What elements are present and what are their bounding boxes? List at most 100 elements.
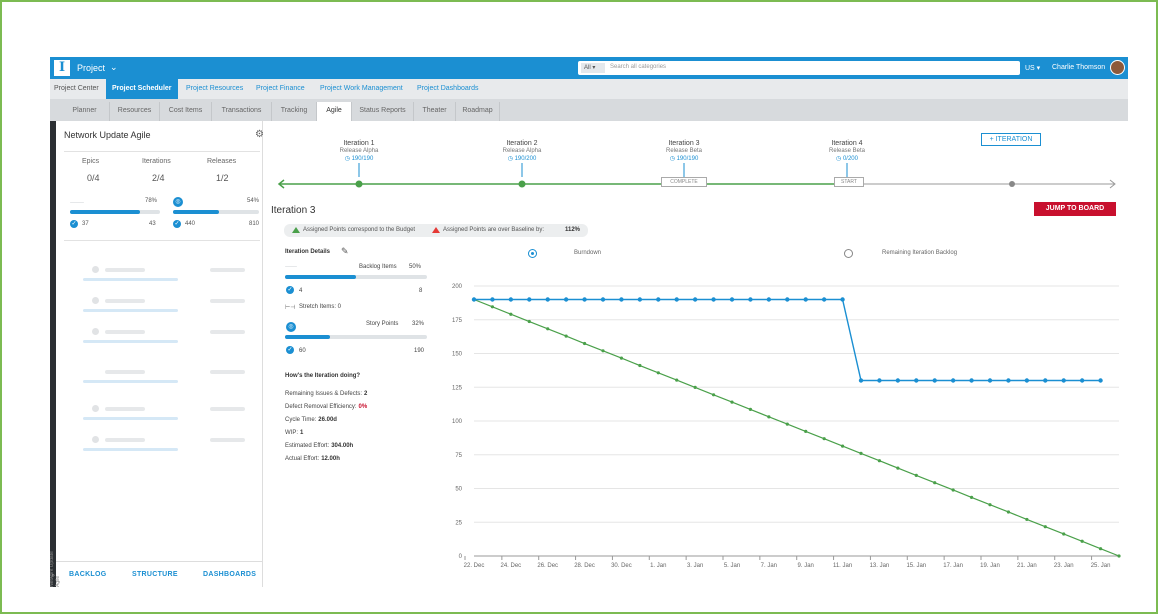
remaining-backlog-radio[interactable] — [844, 249, 853, 258]
data-point — [471, 297, 477, 302]
tab-resources[interactable]: Resources — [110, 102, 160, 121]
x-tick-label: 24. Dec — [501, 563, 522, 569]
tab-status-reports[interactable]: Status Reports — [352, 102, 414, 121]
data-point — [933, 481, 937, 485]
data-point — [1098, 378, 1103, 383]
iteration-1-name[interactable]: Iteration 1 — [309, 140, 409, 147]
x-tick-label: 1. Jan — [650, 563, 666, 569]
health-heading: How's the Iteration doing? — [285, 373, 361, 379]
tab-planner[interactable]: Planner — [60, 102, 110, 121]
add-iteration-button[interactable]: + ITERATION — [981, 133, 1041, 146]
region-select[interactable]: US ▾ — [1025, 64, 1040, 72]
progress-bar-1 — [70, 210, 160, 214]
x-tick-label: 7. Jan — [761, 563, 777, 569]
x-tick-label: 11. Jan — [833, 563, 852, 569]
nav-dashboards[interactable]: DASHBOARDS — [203, 571, 256, 578]
nav-backlog[interactable]: BACKLOG — [69, 571, 107, 578]
story-progress-fill — [285, 335, 331, 339]
story-total: 190 — [414, 348, 425, 354]
x-tick-label: 25. Jan — [1091, 563, 1111, 569]
module-project-resources[interactable]: Project Resources — [186, 85, 243, 92]
target-icon: ◎ — [286, 322, 296, 332]
data-point — [950, 378, 956, 383]
data-point — [711, 393, 716, 397]
tab-transactions[interactable]: Transactions — [212, 102, 272, 121]
tab-theater[interactable]: Theater — [414, 102, 456, 121]
data-point — [858, 378, 864, 383]
gear-icon[interactable]: ⚙ — [255, 129, 264, 140]
app-window: I Project ⌄ All ▾ Search all categories … — [50, 57, 1128, 587]
x-tick-label: 23. Jan — [1054, 563, 1074, 569]
check-icon: ✓ — [70, 220, 78, 228]
metric-row: Cycle Time: 26.00d — [285, 417, 337, 423]
iteration-2-name[interactable]: Iteration 2 — [472, 140, 572, 147]
burndown-chart: 0 25 50 75 100 125 150 175 200 22. Dec 24. Dec 26. … — [452, 284, 1121, 569]
metric-row: Defect Removal Efficiency: 0% — [285, 404, 368, 410]
divider — [64, 151, 260, 152]
nav-structure[interactable]: STRUCTURE — [132, 571, 178, 578]
x-tick-label: 22. Dec — [464, 563, 485, 569]
start-button[interactable]: START — [834, 177, 864, 187]
y-tick-label: 175 — [452, 318, 463, 324]
edit-pencil-icon[interactable]: ✎ — [341, 246, 349, 257]
data-point — [508, 297, 514, 302]
check-icon: ✓ — [173, 220, 181, 228]
user-name[interactable]: Charlie Thomson — [1052, 64, 1105, 71]
module-project-finance[interactable]: Project Finance — [256, 85, 305, 92]
budget-legend: Assigned Points correspond to the Budget… — [284, 224, 588, 237]
jump-to-board-button[interactable]: JUMP TO BOARD — [1034, 202, 1116, 216]
iteration-4-name[interactable]: Iteration 4 — [797, 140, 897, 147]
data-point — [490, 305, 495, 309]
backlog-progress-bar — [285, 275, 427, 279]
triangle-up-green-icon — [292, 227, 300, 233]
global-search[interactable]: All ▾ Search all categories — [578, 61, 1020, 75]
app-switcher[interactable]: Project — [77, 63, 105, 73]
data-point — [951, 488, 955, 492]
tab-roadmap[interactable]: Roadmap — [456, 102, 500, 121]
legend-red-text: Assigned Points are over Baseline by: — [443, 227, 545, 233]
data-point — [969, 495, 974, 500]
burndown-radio[interactable] — [528, 249, 537, 258]
chevron-down-icon[interactable]: ⌄ — [110, 62, 118, 73]
progress-fill-1 — [70, 210, 141, 214]
story-points-label: Story Points — [366, 321, 399, 327]
x-tick-label: 5. Jan — [724, 563, 740, 569]
module-project-dashboards[interactable]: Project Dashboards — [417, 85, 478, 92]
bar2-total: 810 — [249, 221, 260, 227]
iteration-title: Iteration 3 — [271, 205, 316, 216]
module-project-center[interactable]: Project Center — [54, 85, 99, 92]
data-point — [619, 297, 624, 302]
tab-cost-items[interactable]: Cost Items — [160, 102, 212, 121]
data-point — [1062, 532, 1066, 536]
search-scope-select[interactable]: All ▾ — [581, 63, 605, 73]
data-point — [1024, 378, 1030, 383]
search-input[interactable]: Search all categories — [610, 64, 666, 70]
iteration-3-name[interactable]: Iteration 3 — [634, 140, 734, 147]
iteration-1-release: Release Alpha — [339, 148, 379, 154]
app-logo[interactable]: I — [54, 60, 70, 76]
module-project-scheduler[interactable]: Project Scheduler — [106, 79, 178, 99]
backlog-done: 4 — [299, 288, 303, 294]
side-rail[interactable]: Network Update Agile » — [50, 121, 61, 587]
y-tick-label: 125 — [452, 385, 463, 391]
data-point — [895, 378, 901, 383]
iteration-3-release: Release Beta — [665, 148, 703, 154]
legend-green-text: Assigned Points correspond to the Budget — [303, 227, 416, 233]
bar1-done: 37 — [82, 221, 89, 227]
tab-bar: Planner Resources Cost Items Transaction… — [50, 99, 1128, 121]
bar2-percent: 54% — [247, 198, 260, 204]
tab-agile[interactable]: Agile — [317, 102, 352, 121]
data-point — [803, 297, 808, 302]
data-point — [674, 297, 679, 302]
story-pct: 32% — [412, 321, 425, 327]
module-project-work-management[interactable]: Project Work Management — [320, 85, 403, 92]
bar1-total: 43 — [149, 221, 156, 227]
y-tick-label: 75 — [455, 453, 462, 459]
iteration-4-points: ◷ 0/200 — [836, 156, 858, 162]
tab-tracking[interactable]: Tracking — [272, 102, 317, 121]
avatar[interactable] — [1110, 60, 1125, 75]
data-point — [914, 473, 918, 478]
iteration-2-points: ◷ 190/200 — [507, 156, 537, 162]
complete-button[interactable]: COMPLETE — [661, 177, 707, 187]
module-nav: Project Center Project Scheduler Project… — [50, 79, 1128, 99]
